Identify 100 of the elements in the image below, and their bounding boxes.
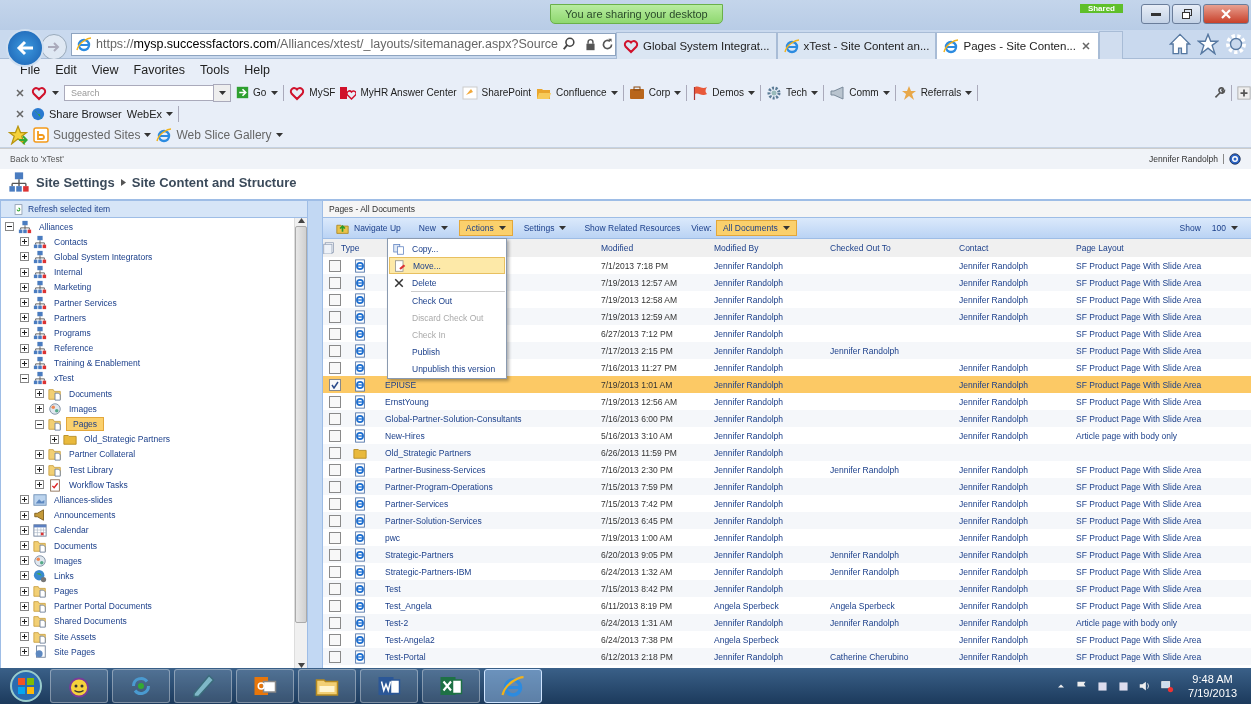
item-link[interactable]: Partner-Solution-Services xyxy=(385,515,601,526)
layout-link[interactable]: SF Product Page With Slide Area xyxy=(1076,260,1251,271)
user-name[interactable]: Jennifer Randolph xyxy=(1149,154,1218,164)
bookmark-link[interactable]: Comm xyxy=(829,84,890,101)
tree-item[interactable]: xTest xyxy=(51,372,77,385)
search-icon[interactable] xyxy=(562,37,577,51)
user-link[interactable]: Jennifer Randolph xyxy=(714,311,830,322)
expander-icon[interactable] xyxy=(20,632,29,642)
menu-item[interactable]: Move... xyxy=(389,257,505,274)
expander-icon[interactable] xyxy=(20,373,29,383)
user-link[interactable]: Angela Sperbeck xyxy=(714,634,830,645)
layout-link[interactable]: SF Product Page With Slide Area xyxy=(1076,515,1251,526)
user-link[interactable]: Jennifer Randolph xyxy=(959,617,1076,628)
tree-item[interactable]: Pages xyxy=(66,417,105,432)
toolbar-menu[interactable]: Actions xyxy=(458,220,513,236)
checkbox[interactable] xyxy=(329,378,341,391)
expander-icon[interactable] xyxy=(20,237,29,247)
user-link[interactable]: Catherine Cherubino xyxy=(830,651,959,662)
tree-item[interactable]: Test Library xyxy=(66,463,116,476)
checkbox[interactable] xyxy=(329,412,341,425)
user-link[interactable]: Jennifer Randolph xyxy=(959,481,1076,492)
item-link[interactable]: Test-Portal xyxy=(385,651,601,662)
user-link[interactable]: Jennifer Randolph xyxy=(714,481,830,492)
heart-icon[interactable] xyxy=(31,84,47,101)
user-link[interactable]: Jennifer Randolph xyxy=(959,362,1076,373)
user-link[interactable]: Jennifer Randolph xyxy=(714,532,830,543)
expander-icon[interactable] xyxy=(50,434,59,444)
layout-link[interactable]: SF Product Page With Slide Area xyxy=(1076,481,1251,492)
user-link[interactable]: Jennifer Randolph xyxy=(959,600,1076,611)
tree-item[interactable]: Programs xyxy=(51,326,94,339)
item-link[interactable]: Partner-Program-Operations xyxy=(385,481,601,492)
tree-item[interactable]: Partners xyxy=(51,311,90,324)
layout-link[interactable]: SF Product Page With Slide Area xyxy=(1076,566,1251,577)
user-link[interactable]: Jennifer Randolph xyxy=(959,532,1076,543)
tree-item[interactable]: Calendar xyxy=(51,524,92,537)
browser-tab[interactable]: Pages - Site Conten... xyxy=(936,31,1099,59)
tree-item[interactable]: Images xyxy=(66,402,100,415)
checkbox[interactable] xyxy=(329,633,341,646)
column-header[interactable]: Contact xyxy=(959,243,1076,253)
bookmark-link[interactable]: SharePoint xyxy=(461,84,532,101)
checkbox[interactable] xyxy=(329,514,341,527)
menu-item[interactable]: Edit xyxy=(55,63,77,77)
expander-icon[interactable] xyxy=(20,556,29,566)
user-link[interactable]: Jennifer Randolph xyxy=(959,379,1076,390)
user-link[interactable]: Jennifer Randolph xyxy=(959,464,1076,475)
home-icon[interactable] xyxy=(1169,33,1191,55)
layout-link[interactable]: SF Product Page With Slide Area xyxy=(1076,277,1251,288)
layout-link[interactable]: SF Product Page With Slide Area xyxy=(1076,345,1251,356)
item-link[interactable]: New-Hires xyxy=(385,430,601,441)
expander-icon[interactable] xyxy=(20,571,29,581)
menu-item[interactable]: Tools xyxy=(200,63,230,77)
menu-item[interactable]: Check Out xyxy=(389,292,505,309)
user-link[interactable]: Jennifer Randolph xyxy=(714,294,830,305)
tree-item[interactable]: Marketing xyxy=(51,281,95,294)
expander-icon[interactable] xyxy=(5,222,14,232)
expander-icon[interactable] xyxy=(20,601,29,611)
user-link[interactable]: Jennifer Randolph xyxy=(959,277,1076,288)
checkbox[interactable] xyxy=(329,616,341,629)
item-link[interactable]: Partner-Services xyxy=(385,498,601,509)
wrench-icon[interactable] xyxy=(1213,86,1226,99)
tree-item[interactable]: Workflow Tasks xyxy=(66,478,131,491)
menu-item[interactable]: Help xyxy=(244,63,270,77)
layout-link[interactable]: SF Product Page With Slide Area xyxy=(1076,583,1251,594)
checkbox[interactable] xyxy=(329,582,341,595)
checkbox[interactable] xyxy=(329,446,341,459)
expander-icon[interactable] xyxy=(20,495,29,505)
column-header[interactable]: Checked Out To xyxy=(830,243,959,253)
tree-item[interactable]: Shared Documents xyxy=(51,615,130,628)
column-header[interactable]: Modified xyxy=(601,243,714,253)
layout-link[interactable]: Article page with body only xyxy=(1076,617,1251,628)
expander-icon[interactable] xyxy=(35,449,44,459)
column-header[interactable]: Type xyxy=(341,243,385,253)
tree-item[interactable]: Documents xyxy=(66,387,115,400)
refresh-button[interactable]: Refresh selected item xyxy=(1,201,307,218)
close-button[interactable] xyxy=(1203,4,1249,24)
settings-icon[interactable] xyxy=(1225,33,1247,55)
tray-icon[interactable] xyxy=(1117,679,1131,693)
user-link[interactable]: Angela Sperbeck xyxy=(714,600,830,611)
layout-link[interactable]: SF Product Page With Slide Area xyxy=(1076,311,1251,322)
user-link[interactable]: Jennifer Randolph xyxy=(714,345,830,356)
layout-link[interactable]: SF Product Page With Slide Area xyxy=(1076,634,1251,645)
checkbox[interactable] xyxy=(329,463,341,476)
column-header[interactable]: Page Layout xyxy=(1076,243,1251,253)
user-link[interactable]: Jennifer Randolph xyxy=(959,260,1076,271)
bookmark-link[interactable]: Demos xyxy=(692,84,756,101)
tree-item[interactable]: Pages xyxy=(51,585,82,598)
menu-item[interactable]: Copy... xyxy=(389,240,505,257)
menu-item[interactable]: Publish xyxy=(389,343,505,360)
layout-link[interactable]: Article page with body only xyxy=(1076,430,1251,441)
bookmark-link[interactable]: Corp xyxy=(628,84,682,101)
expander-icon[interactable] xyxy=(35,389,44,399)
expander-icon[interactable] xyxy=(20,282,29,292)
user-link[interactable]: Jennifer Randolph xyxy=(959,651,1076,662)
user-link[interactable]: Jennifer Randolph xyxy=(830,566,959,577)
checkbox[interactable] xyxy=(329,548,341,561)
user-link[interactable]: Jennifer Randolph xyxy=(959,549,1076,560)
tree-item[interactable]: Images xyxy=(51,554,85,567)
user-link[interactable]: Jennifer Randolph xyxy=(714,515,830,526)
view-dropdown[interactable]: All Documents xyxy=(715,220,797,236)
browser-tab[interactable]: Global System Integrat... xyxy=(616,31,777,59)
